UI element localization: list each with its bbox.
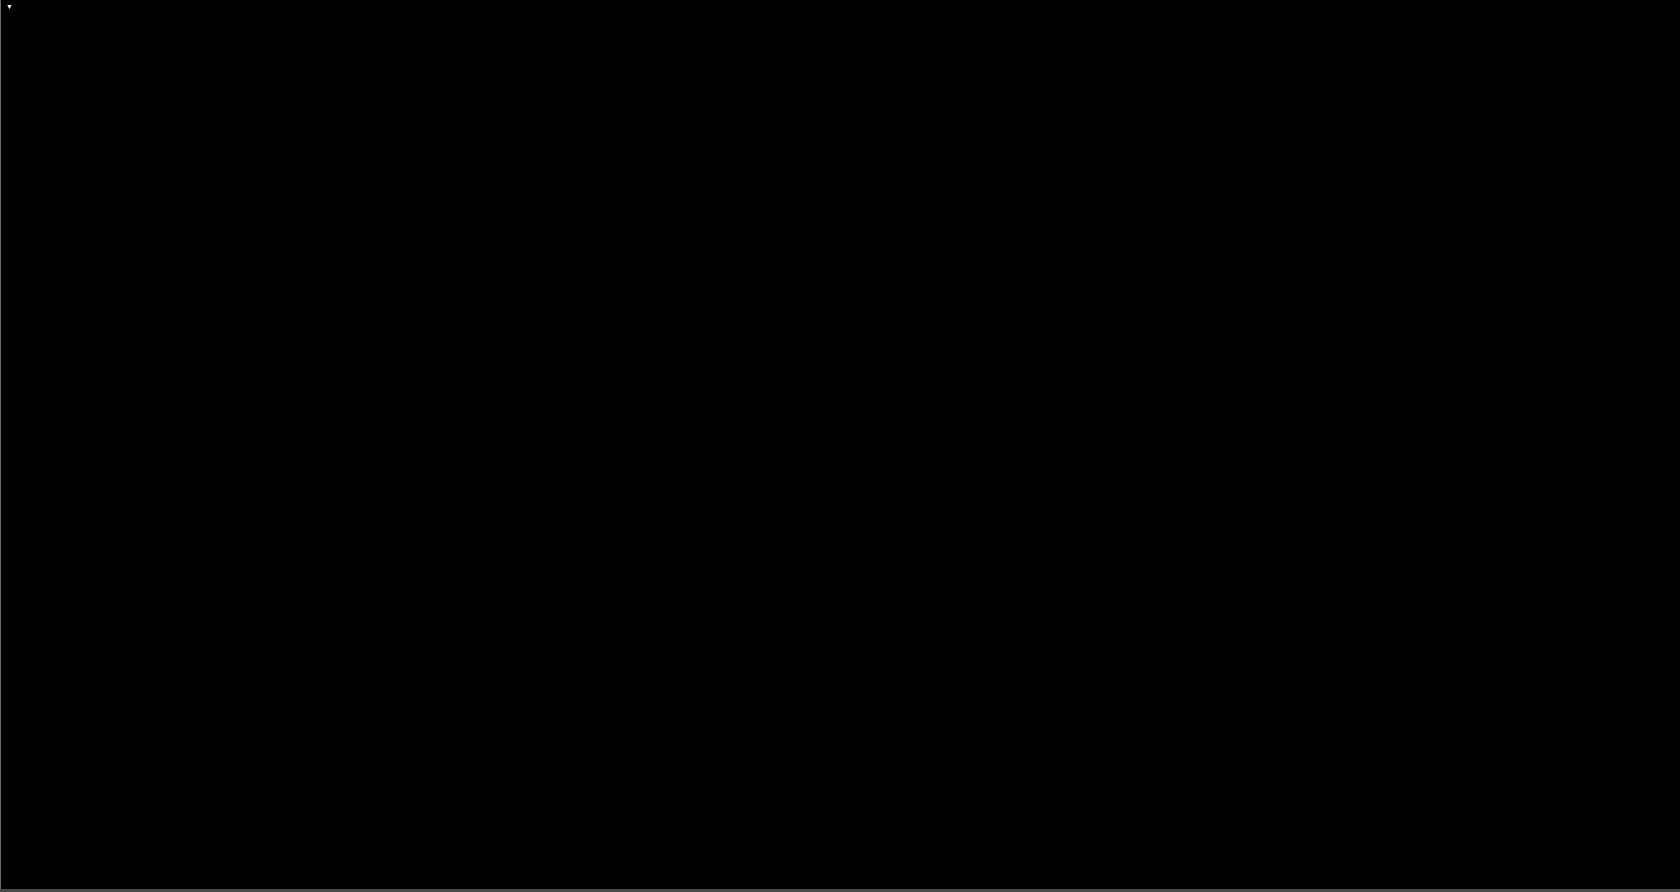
info-bar	[0, 24, 1680, 37]
chart-dropdown-icon[interactable]: ▼	[6, 4, 13, 11]
time-axis-line	[0, 868, 1680, 869]
chart-window: ▼	[0, 0, 1680, 892]
chart-title-bar: ▼	[0, 0, 1680, 14]
chart-plot-area[interactable]	[0, 0, 1632, 868]
window-edge-left	[0, 0, 1, 892]
